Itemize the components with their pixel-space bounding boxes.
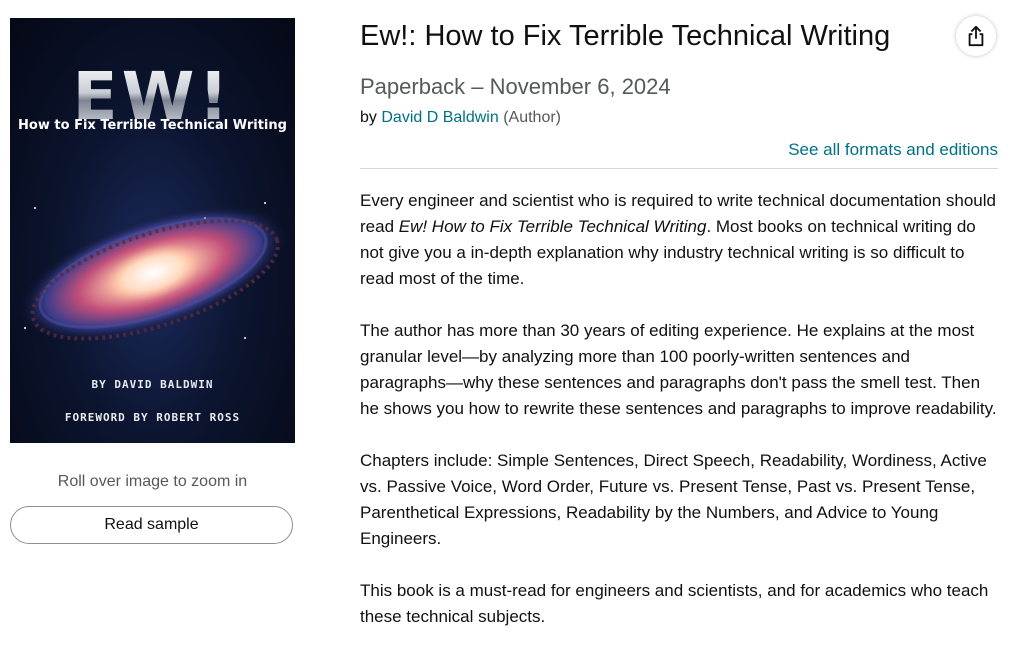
product-title: Ew!: How to Fix Terrible Technical Writi… — [360, 20, 891, 52]
author-link[interactable]: David D Baldwin — [381, 109, 498, 126]
divider — [360, 168, 998, 169]
byline: by David D Baldwin (Author) — [360, 109, 561, 127]
book-description: Every engineer and scientist who is requ… — [360, 188, 1000, 656]
share-icon — [968, 25, 984, 47]
by-prefix: by — [360, 109, 377, 126]
read-sample-button[interactable]: Read sample — [10, 506, 293, 544]
cover-author: BY DAVID BALDWIN — [91, 378, 214, 391]
format-and-date: Paperback – November 6, 2024 — [360, 74, 671, 99]
cover-subtitle: How to Fix Terrible Technical Writing — [18, 118, 287, 133]
cover-foreword: FOREWORD BY ROBERT ROSS — [64, 411, 241, 424]
description-paragraph: This book is a must-read for engineers a… — [360, 581, 989, 626]
zoom-hint: Roll over image to zoom in — [57, 473, 248, 490]
galaxy-illustration — [18, 202, 288, 341]
description-book-title: Ew! How to Fix Terrible Technical Writin… — [398, 217, 707, 236]
description-paragraph: The author has more than 30 years of edi… — [360, 321, 997, 418]
share-button[interactable] — [956, 16, 996, 56]
see-all-formats-link[interactable]: See all formats and editions — [788, 140, 998, 160]
book-cover-image[interactable]: EW! How to Fix Terrible Technical Writin… — [10, 18, 295, 443]
description-paragraph: Every engineer and scientist who is requ… — [360, 188, 1000, 292]
author-role: (Author) — [503, 109, 561, 126]
description-paragraph: Chapters include: Simple Sentences, Dire… — [360, 451, 987, 548]
